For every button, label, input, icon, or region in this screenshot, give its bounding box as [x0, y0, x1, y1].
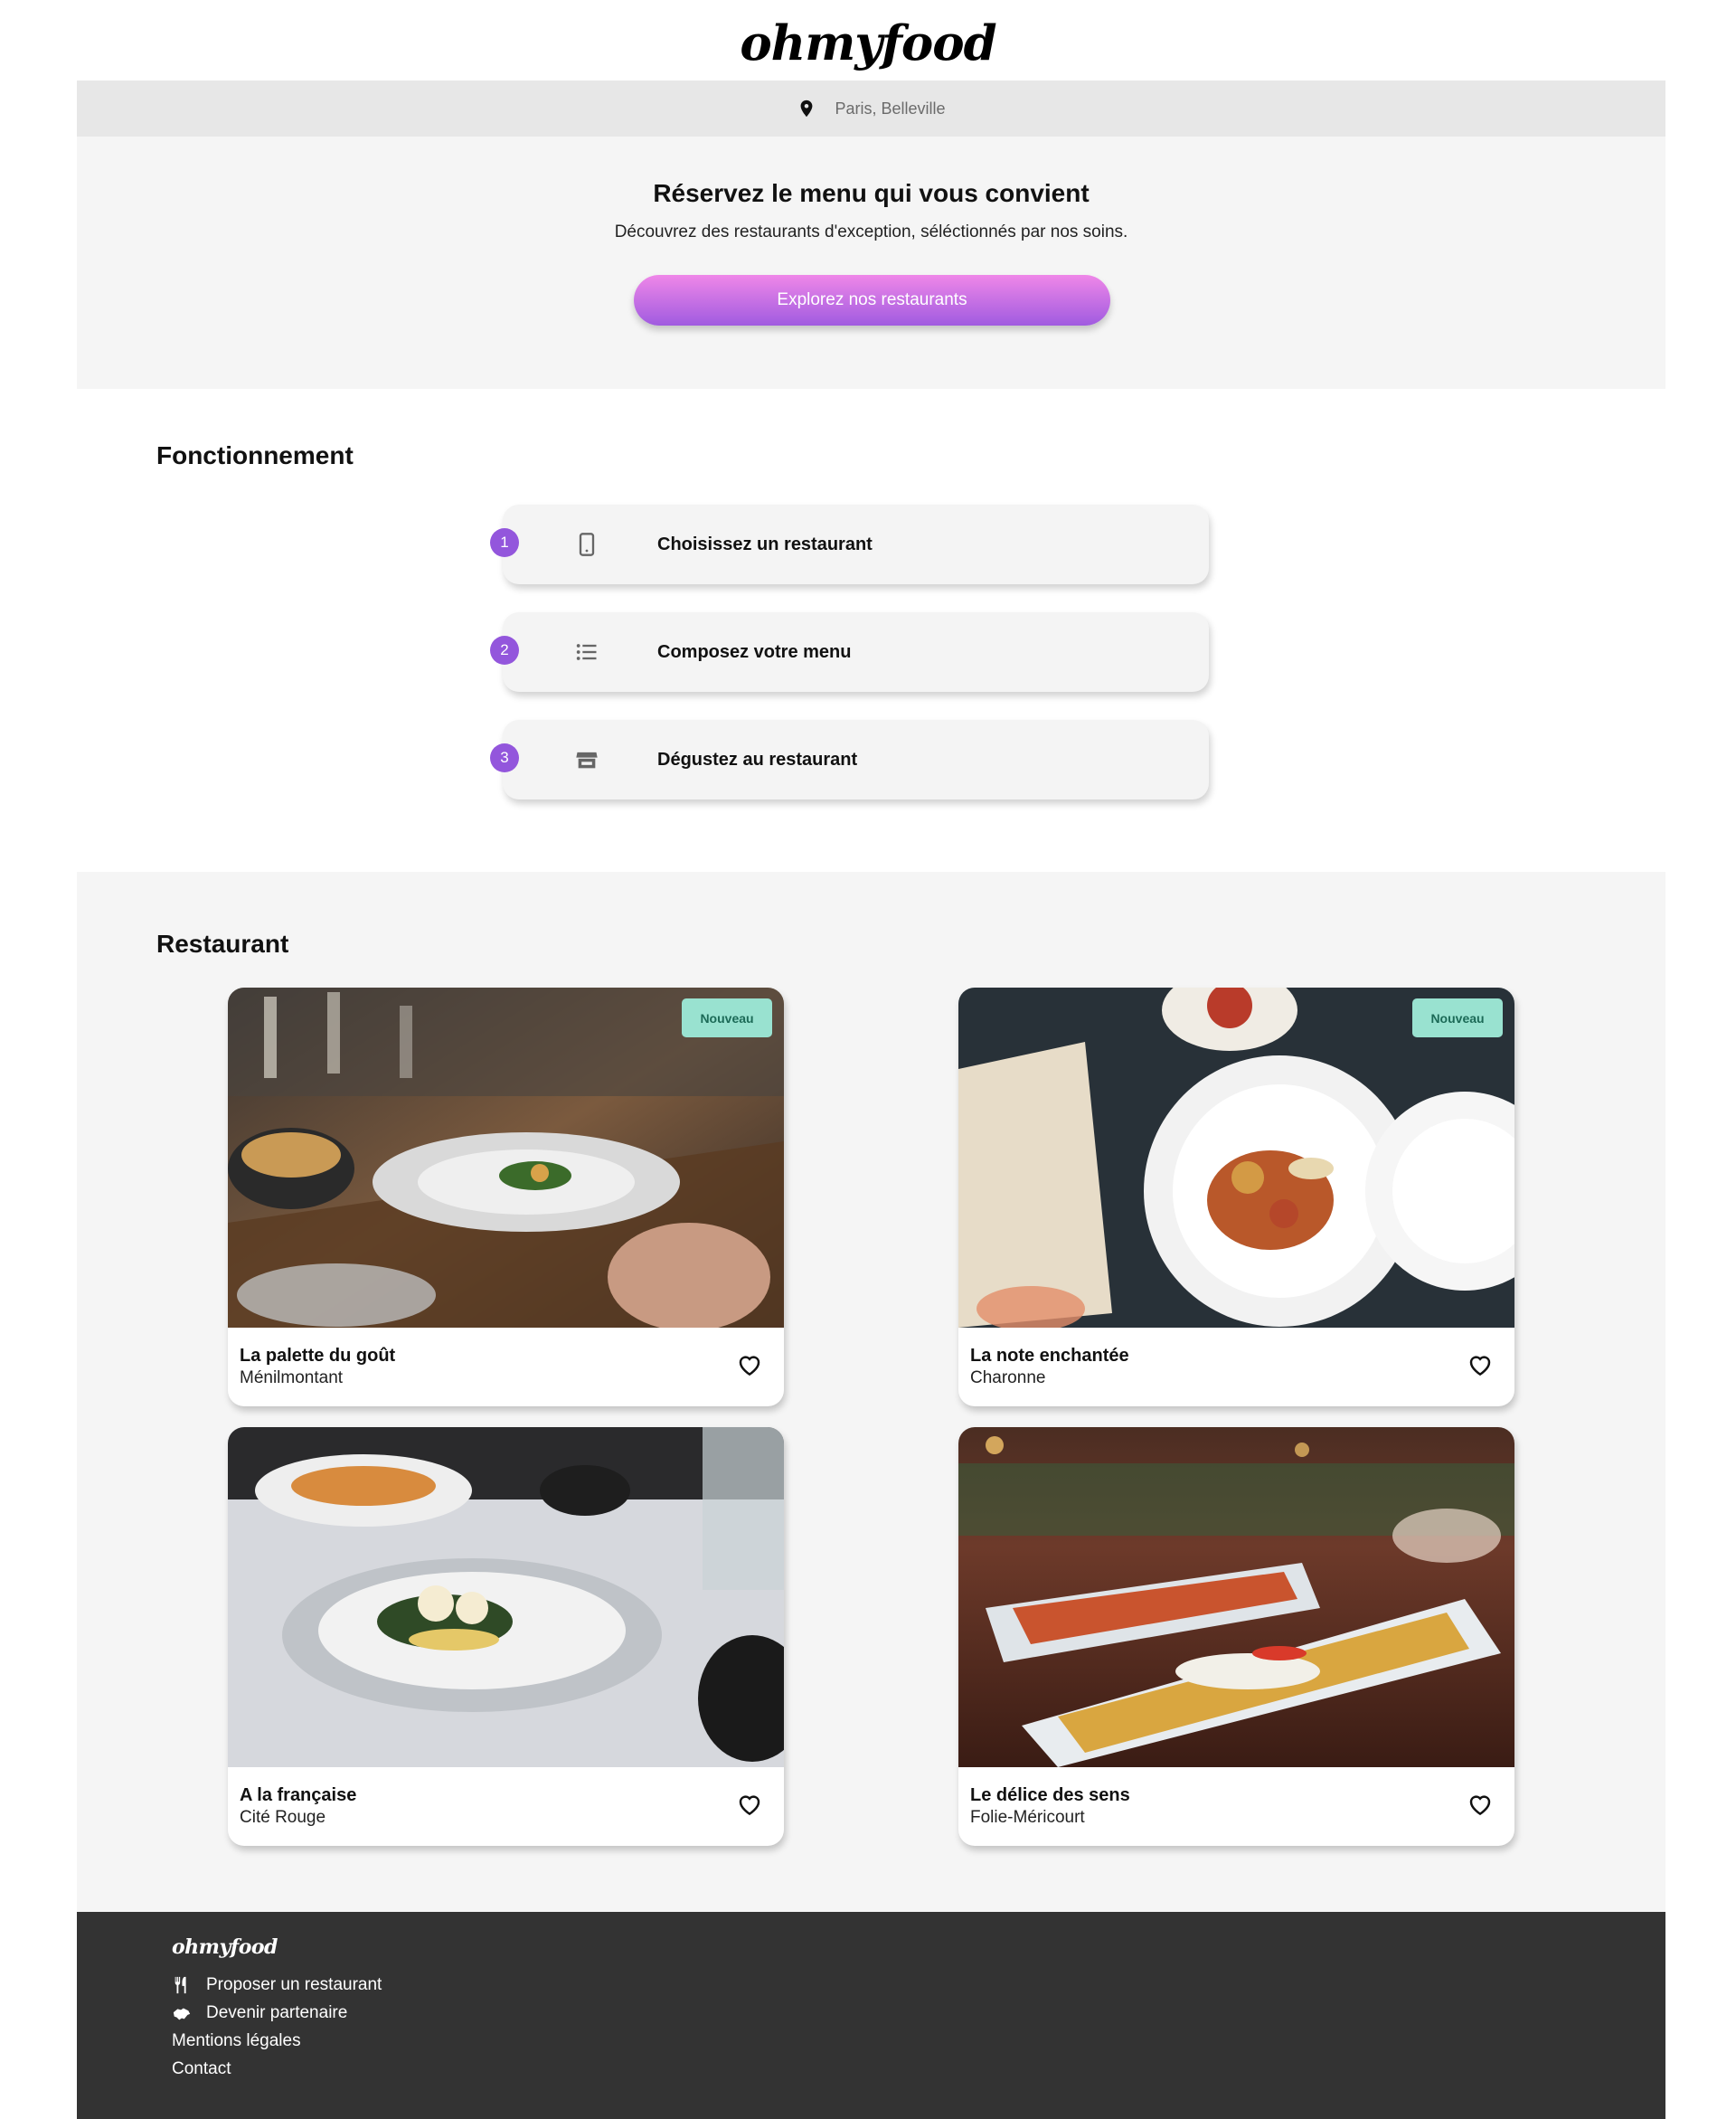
heart-icon[interactable]	[736, 1351, 763, 1378]
step-label: Choisissez un restaurant	[657, 534, 873, 554]
hero-subtitle: Découvrez des restaurants d'exception, s…	[614, 222, 1128, 241]
restaurant-area: Folie-Méricourt	[970, 1808, 1085, 1827]
how-it-works-title: Fonctionnement	[156, 441, 354, 469]
heart-icon[interactable]	[736, 1791, 763, 1818]
restaurant-card[interactable]: A la française Cité Rouge	[228, 1427, 784, 1846]
map-pin-icon	[801, 99, 813, 118]
restaurant-photo	[958, 988, 1514, 1328]
handshake-icon	[173, 2008, 191, 2020]
location-text: Paris, Belleville	[835, 99, 946, 118]
utensils-icon	[175, 1976, 186, 1994]
restaurant-name: La note enchantée	[970, 1346, 1129, 1366]
propose-restaurant-link[interactable]: Proposer un restaurant	[172, 1975, 382, 1995]
heart-icon[interactable]	[1467, 1351, 1494, 1378]
hero-title: Réservez le menu qui vous convient	[653, 179, 1090, 207]
step-number: 3	[490, 743, 519, 772]
restaurant-card[interactable]: Nouveau La palette du goût Ménilmontant	[228, 988, 784, 1406]
step-compose-menu: 2 Composez votre menu	[490, 612, 1209, 692]
restaurants-section: Restaurant Nouveau La palette du goût Mé…	[77, 872, 1665, 1912]
step-label: Composez votre menu	[657, 642, 852, 662]
footer-link-label: Devenir partenaire	[206, 2003, 348, 2022]
site-logo[interactable]: ohmyfood	[0, 16, 1736, 71]
new-badge: Nouveau	[682, 998, 772, 1037]
restaurant-photo	[228, 988, 784, 1328]
restaurant-card[interactable]: Le délice des sens Folie-Méricourt	[958, 1427, 1514, 1846]
store-icon	[576, 752, 598, 769]
explore-restaurants-button[interactable]: Explorez nos restaurants	[634, 275, 1110, 326]
restaurant-photo	[958, 1427, 1514, 1767]
step-number: 2	[490, 636, 519, 665]
restaurant-name: Le délice des sens	[970, 1785, 1130, 1805]
hero-section: Réservez le menu qui vous convient Décou…	[77, 137, 1665, 389]
footer-link-label: Proposer un restaurant	[206, 1975, 382, 1994]
restaurant-name: A la française	[240, 1785, 357, 1805]
step-choose-restaurant: 1 Choisissez un restaurant	[490, 505, 1209, 584]
heart-icon[interactable]	[1467, 1791, 1494, 1818]
restaurant-photo	[228, 1427, 784, 1767]
mobile-phone-icon	[579, 533, 595, 556]
location-bar: Paris, Belleville	[77, 80, 1665, 137]
new-badge: Nouveau	[1412, 998, 1503, 1037]
restaurant-name: La palette du goût	[240, 1346, 396, 1366]
become-partner-link[interactable]: Devenir partenaire	[172, 2003, 347, 2023]
step-enjoy-restaurant: 3 Dégustez au restaurant	[490, 720, 1209, 799]
contact-link[interactable]: Contact	[172, 2059, 231, 2079]
restaurant-area: Ménilmontant	[240, 1368, 344, 1387]
restaurant-area: Charonne	[970, 1368, 1046, 1387]
footer: ohmyfood Proposer un restaurant Devenir …	[77, 1912, 1665, 2119]
legal-notice-link[interactable]: Mentions légales	[172, 2031, 301, 2051]
list-icon	[576, 644, 597, 660]
step-label: Dégustez au restaurant	[657, 750, 858, 770]
step-number: 1	[490, 528, 519, 557]
restaurants-title: Restaurant	[156, 930, 289, 958]
restaurant-area: Cité Rouge	[240, 1808, 326, 1827]
restaurant-card[interactable]: Nouveau La note enchantée Charonne	[958, 988, 1514, 1406]
footer-logo[interactable]: ohmyfood	[172, 1935, 278, 1959]
